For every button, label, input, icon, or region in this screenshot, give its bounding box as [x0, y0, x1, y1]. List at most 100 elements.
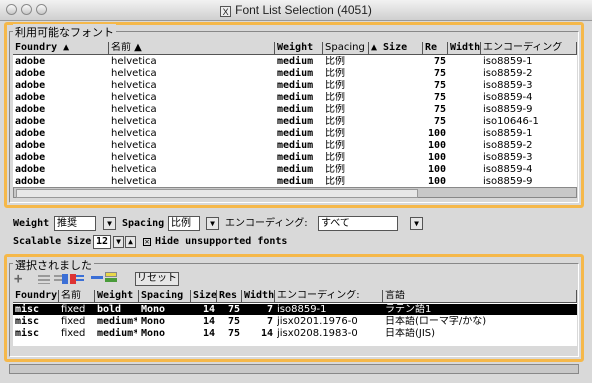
available-font-cell: 75: [433, 56, 446, 67]
add-icon[interactable]: +: [14, 272, 26, 286]
available-font-row[interactable]: adobe helvetica medium 比例 75 iso8859-4: [13, 92, 577, 103]
selected-font-row[interactable]: misc fixed bold Mono 14 75 7 iso8859-1 ラテン語1: [13, 304, 577, 315]
available-font-row[interactable]: adobe helvetica medium 比例 100 iso8859-1: [13, 128, 577, 139]
move-down-icon[interactable]: [70, 274, 84, 284]
title-bar: X Font List Selection (4051): [0, 0, 592, 21]
selected-font-column-header[interactable]: 言語: [383, 290, 577, 302]
spacing-label: Spacing: [122, 218, 165, 229]
weight-dropdown-icon[interactable]: ▼: [103, 217, 116, 230]
selected-font-cell: 14: [202, 316, 215, 327]
selected-font-cell: 日本語(JIS): [385, 328, 436, 339]
selected-font-cell: jisx0208.1983-0: [277, 328, 358, 339]
available-font-cell: medium: [277, 164, 314, 175]
bottom-hscrollbar[interactable]: [9, 364, 579, 374]
selected-font-column-header[interactable]: Res: [217, 290, 242, 302]
available-font-row[interactable]: adobe helvetica medium 比例 100 iso8859-3: [13, 152, 577, 163]
selected-fonts-rows: misc fixed bold Mono 14 75 7 iso8859-1 ラテン語1 misc…: [13, 304, 577, 344]
selected-font-cell: 75: [227, 304, 240, 315]
available-font-row[interactable]: adobe helvetica medium 比例 75 iso10646-1: [13, 116, 577, 127]
available-font-cell: helvetica: [111, 128, 157, 139]
selected-font-cell: Mono: [141, 316, 166, 327]
available-font-cell: adobe: [15, 56, 46, 67]
move-up-icon[interactable]: [54, 274, 68, 284]
selected-font-column-header[interactable]: Size: [191, 290, 217, 302]
encoding-select[interactable]: すべて: [318, 216, 398, 231]
available-fonts-rows: adobe helvetica medium 比例 75 iso8859-1 adobe he…: [13, 56, 577, 187]
available-font-row[interactable]: adobe helvetica medium 比例 100 iso8859-4: [13, 164, 577, 175]
selected-font-column-header[interactable]: エンコーディング:: [275, 290, 383, 302]
selected-font-cell: misc: [15, 328, 40, 339]
available-font-cell: 比例: [325, 140, 345, 151]
selected-font-column-header[interactable]: Weight: [95, 290, 139, 302]
available-font-cell: 比例: [325, 128, 345, 139]
selected-font-column-header[interactable]: Width: [242, 290, 275, 302]
selected-font-row[interactable]: misc fixed medium* Mono 14 75 7 jisx0201.1976-0…: [13, 316, 577, 327]
selected-font-cell: 75: [227, 328, 240, 339]
selected-fonts-header: Foundry 名前 Weight Spacing Size Res Width エンコーディ…: [13, 290, 577, 303]
selected-fonts-label: 選択されました: [13, 257, 94, 273]
available-font-row[interactable]: adobe helvetica medium 比例 100 iso8859-9: [13, 176, 577, 187]
scalable-size-input[interactable]: 12: [93, 235, 111, 249]
available-font-cell: iso8859-9: [483, 104, 533, 115]
available-font-cell: helvetica: [111, 80, 157, 91]
available-font-column-header[interactable]: Re: [423, 42, 448, 54]
selected-font-cell: 14: [260, 328, 273, 339]
available-font-column-header[interactable]: ▲ Size: [369, 42, 423, 54]
selected-font-cell: iso8859-1: [277, 304, 327, 315]
available-font-cell: adobe: [15, 92, 46, 103]
available-font-cell: 100: [427, 140, 446, 151]
available-font-cell: 比例: [325, 176, 345, 187]
selected-font-column-header[interactable]: Spacing: [139, 290, 191, 302]
selected-font-cell: 14: [202, 328, 215, 339]
weight-select[interactable]: 推奨: [54, 216, 96, 231]
list-remove-icon[interactable]: [38, 274, 52, 284]
selected-font-column-header[interactable]: Foundry: [13, 290, 59, 302]
available-font-row[interactable]: adobe helvetica medium 比例 75 iso8859-2: [13, 68, 577, 79]
available-font-cell: 100: [427, 176, 446, 187]
available-font-cell: iso8859-4: [483, 164, 533, 175]
selected-font-row[interactable]: misc fixed medium* Mono 14 75 14 jisx0208.1983-…: [13, 328, 577, 339]
encoding-dropdown-icon[interactable]: ▼: [410, 217, 423, 230]
available-font-column-header[interactable]: Foundry ▲: [13, 42, 109, 54]
available-font-cell: adobe: [15, 140, 46, 151]
selected-font-cell: 7: [266, 304, 273, 315]
available-font-row[interactable]: adobe helvetica medium 比例 75 iso8859-1: [13, 56, 577, 67]
available-font-cell: helvetica: [111, 176, 157, 187]
available-font-row[interactable]: adobe helvetica medium 比例 75 iso8859-3: [13, 80, 577, 91]
available-font-cell: medium: [277, 104, 314, 115]
spacing-dropdown-icon[interactable]: ▼: [206, 217, 219, 230]
available-font-cell: iso8859-2: [483, 68, 533, 79]
available-font-cell: 75: [433, 116, 446, 127]
available-font-cell: medium: [277, 176, 314, 187]
available-font-cell: helvetica: [111, 152, 157, 163]
available-font-column-header[interactable]: Spacing: [323, 42, 369, 54]
size-increase-icon[interactable]: ▲: [125, 236, 136, 248]
selected-font-column-header[interactable]: 名前: [59, 290, 95, 302]
reset-button[interactable]: リセット: [135, 272, 179, 286]
available-font-column-header[interactable]: Width: [448, 42, 481, 54]
hscroll-thumb[interactable]: [16, 189, 418, 198]
available-font-column-header[interactable]: Weight: [275, 42, 323, 54]
available-font-row[interactable]: adobe helvetica medium 比例 100 iso8859-2: [13, 140, 577, 151]
selected-font-cell: fixed: [61, 316, 86, 327]
size-decrease-icon[interactable]: ▼: [113, 236, 124, 248]
available-fonts-hscrollbar[interactable]: [13, 187, 577, 198]
available-font-cell: adobe: [15, 164, 46, 175]
weight-label: Weight: [13, 218, 50, 229]
selected-font-cell: fixed: [61, 304, 86, 315]
selected-font-cell: fixed: [61, 328, 86, 339]
available-fonts-list[interactable]: Foundry ▲ 名前 ▲ Weight Spacing ▲ Size Re Width エ…: [13, 42, 577, 198]
available-font-column-header[interactable]: 名前 ▲: [109, 42, 275, 54]
available-font-row[interactable]: adobe helvetica medium 比例 75 iso8859-9: [13, 104, 577, 115]
available-font-column-header[interactable]: エンコーディング: [481, 42, 577, 54]
selected-fonts-list[interactable]: Foundry 名前 Weight Spacing Size Res Width エンコーディ…: [13, 290, 577, 346]
x11-app-icon: X: [220, 6, 232, 17]
selected-font-cell: 14: [202, 304, 215, 315]
selected-font-cell: Mono: [141, 328, 166, 339]
remove-icon[interactable]: [91, 276, 103, 279]
available-font-cell: adobe: [15, 80, 46, 91]
clear-icon[interactable]: [105, 272, 117, 283]
available-fonts-header: Foundry ▲ 名前 ▲ Weight Spacing ▲ Size Re Width エ…: [13, 42, 577, 55]
hide-unsupported-checkbox[interactable]: ✕: [143, 238, 151, 246]
spacing-select[interactable]: 比例: [168, 216, 200, 231]
